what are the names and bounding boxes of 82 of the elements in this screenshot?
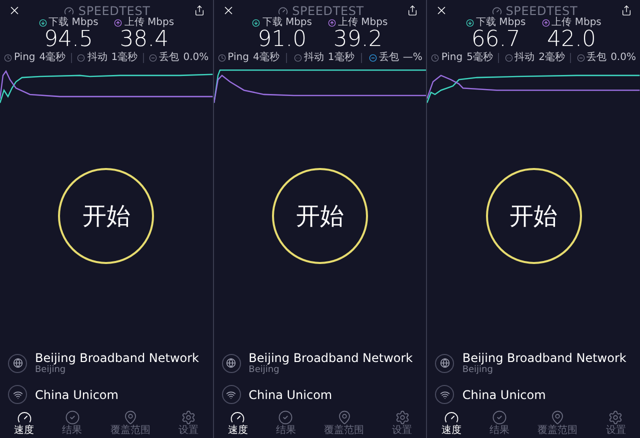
download-label: 下载 Mbps [476, 18, 526, 28]
share-button[interactable] [621, 5, 632, 16]
results-tab-icon [492, 410, 508, 425]
provider-location: Beijing [248, 365, 280, 375]
stat-label: Ping [228, 53, 249, 63]
stat-label: 丢包 [159, 53, 180, 63]
start-button[interactable]: 开始 [58, 168, 154, 264]
upload-speed: 39.2 [333, 28, 382, 52]
stat-value: 4毫秒 [39, 53, 66, 63]
wifi-icon [435, 385, 454, 404]
gauge-icon [64, 6, 74, 16]
provider-location: Beijing [462, 365, 494, 375]
tab[interactable]: 覆盖范围 [538, 410, 578, 436]
upload-label: 上传 Mbps [552, 18, 602, 28]
stat-value: 5毫秒 [466, 53, 493, 63]
download-speed: 94.5 [44, 28, 93, 52]
stat-value: 0.0% [610, 53, 636, 63]
provider-name: Beijing Broadband Network [248, 351, 413, 365]
stat-label: 丢包 [378, 53, 399, 63]
provider-name: China Unicom [462, 388, 546, 402]
upload-speed: 38.4 [120, 28, 169, 52]
coverage-tab-icon [336, 410, 352, 425]
tab[interactable]: 覆盖范围 [110, 410, 150, 436]
provider-name: Beijing Broadband Network [35, 351, 199, 365]
stat-value: 0.0% [183, 53, 209, 63]
stat-value: 4毫秒 [252, 53, 280, 63]
provider-name: Beijing Broadband Network [462, 351, 626, 365]
stat-label: 丢包 [586, 53, 607, 63]
tab[interactable]: 速度 [228, 410, 248, 436]
upload-label: 上传 Mbps [338, 18, 388, 28]
settings-tab-icon [181, 410, 196, 425]
stat-label: Ping [441, 53, 463, 63]
start-button[interactable]: 开始 [486, 168, 582, 264]
download-label: 下载 Mbps [48, 18, 98, 28]
stat-label: 抖动 [304, 53, 324, 63]
tab[interactable]: 速度 [441, 410, 462, 436]
provider-name: China Unicom [248, 388, 332, 402]
speed-tab-icon [16, 410, 32, 425]
stat-value: 1毫秒 [328, 53, 354, 63]
tab[interactable]: 速度 [14, 410, 34, 436]
speed-tab-icon [230, 410, 246, 425]
close-button[interactable] [8, 4, 21, 17]
wifi-icon [8, 385, 27, 404]
download-speed: 91.0 [258, 28, 307, 52]
tab[interactable]: 设置 [392, 410, 412, 436]
coverage-tab-icon [550, 410, 566, 425]
share-button[interactable] [194, 5, 205, 16]
gauge-icon [278, 6, 288, 16]
coverage-tab-icon [122, 410, 138, 425]
download-label: 下载 Mbps [262, 18, 312, 28]
speed-tab-icon [444, 410, 459, 425]
provider-location: Beijing [35, 365, 67, 375]
globe-icon [435, 354, 454, 372]
settings-tab-icon [394, 410, 410, 425]
stat-value: 1毫秒 [111, 53, 138, 63]
start-button[interactable]: 开始 [272, 168, 368, 264]
app-title: SPEEDTEST [292, 4, 364, 16]
upload-label: 上传 Mbps [124, 18, 174, 28]
results-tab-icon [64, 410, 80, 425]
globe-icon [8, 354, 27, 372]
settings-tab-icon [608, 410, 624, 425]
tab[interactable]: 设置 [178, 410, 199, 436]
upload-speed: 42.0 [547, 28, 596, 52]
gauge-icon [492, 6, 502, 16]
globe-icon [222, 354, 241, 372]
stat-label: 抖动 [87, 53, 108, 63]
download-speed: 66.7 [471, 28, 520, 52]
tab[interactable]: 覆盖范围 [324, 410, 364, 436]
tab[interactable]: 结果 [490, 410, 510, 436]
wifi-icon [222, 385, 241, 404]
app-title: SPEEDTEST [506, 4, 578, 16]
app-title: SPEEDTEST [78, 4, 150, 16]
tab[interactable]: 结果 [276, 410, 296, 436]
stat-value: —% [402, 53, 422, 63]
stat-label: 抖动 [514, 53, 535, 63]
tab[interactable]: 结果 [62, 410, 82, 436]
provider-name: China Unicom [35, 388, 118, 402]
share-button[interactable] [407, 5, 418, 16]
stat-value: 2毫秒 [538, 53, 565, 63]
stat-label: Ping [14, 53, 36, 63]
results-tab-icon [278, 410, 294, 425]
tab[interactable]: 设置 [606, 410, 626, 436]
